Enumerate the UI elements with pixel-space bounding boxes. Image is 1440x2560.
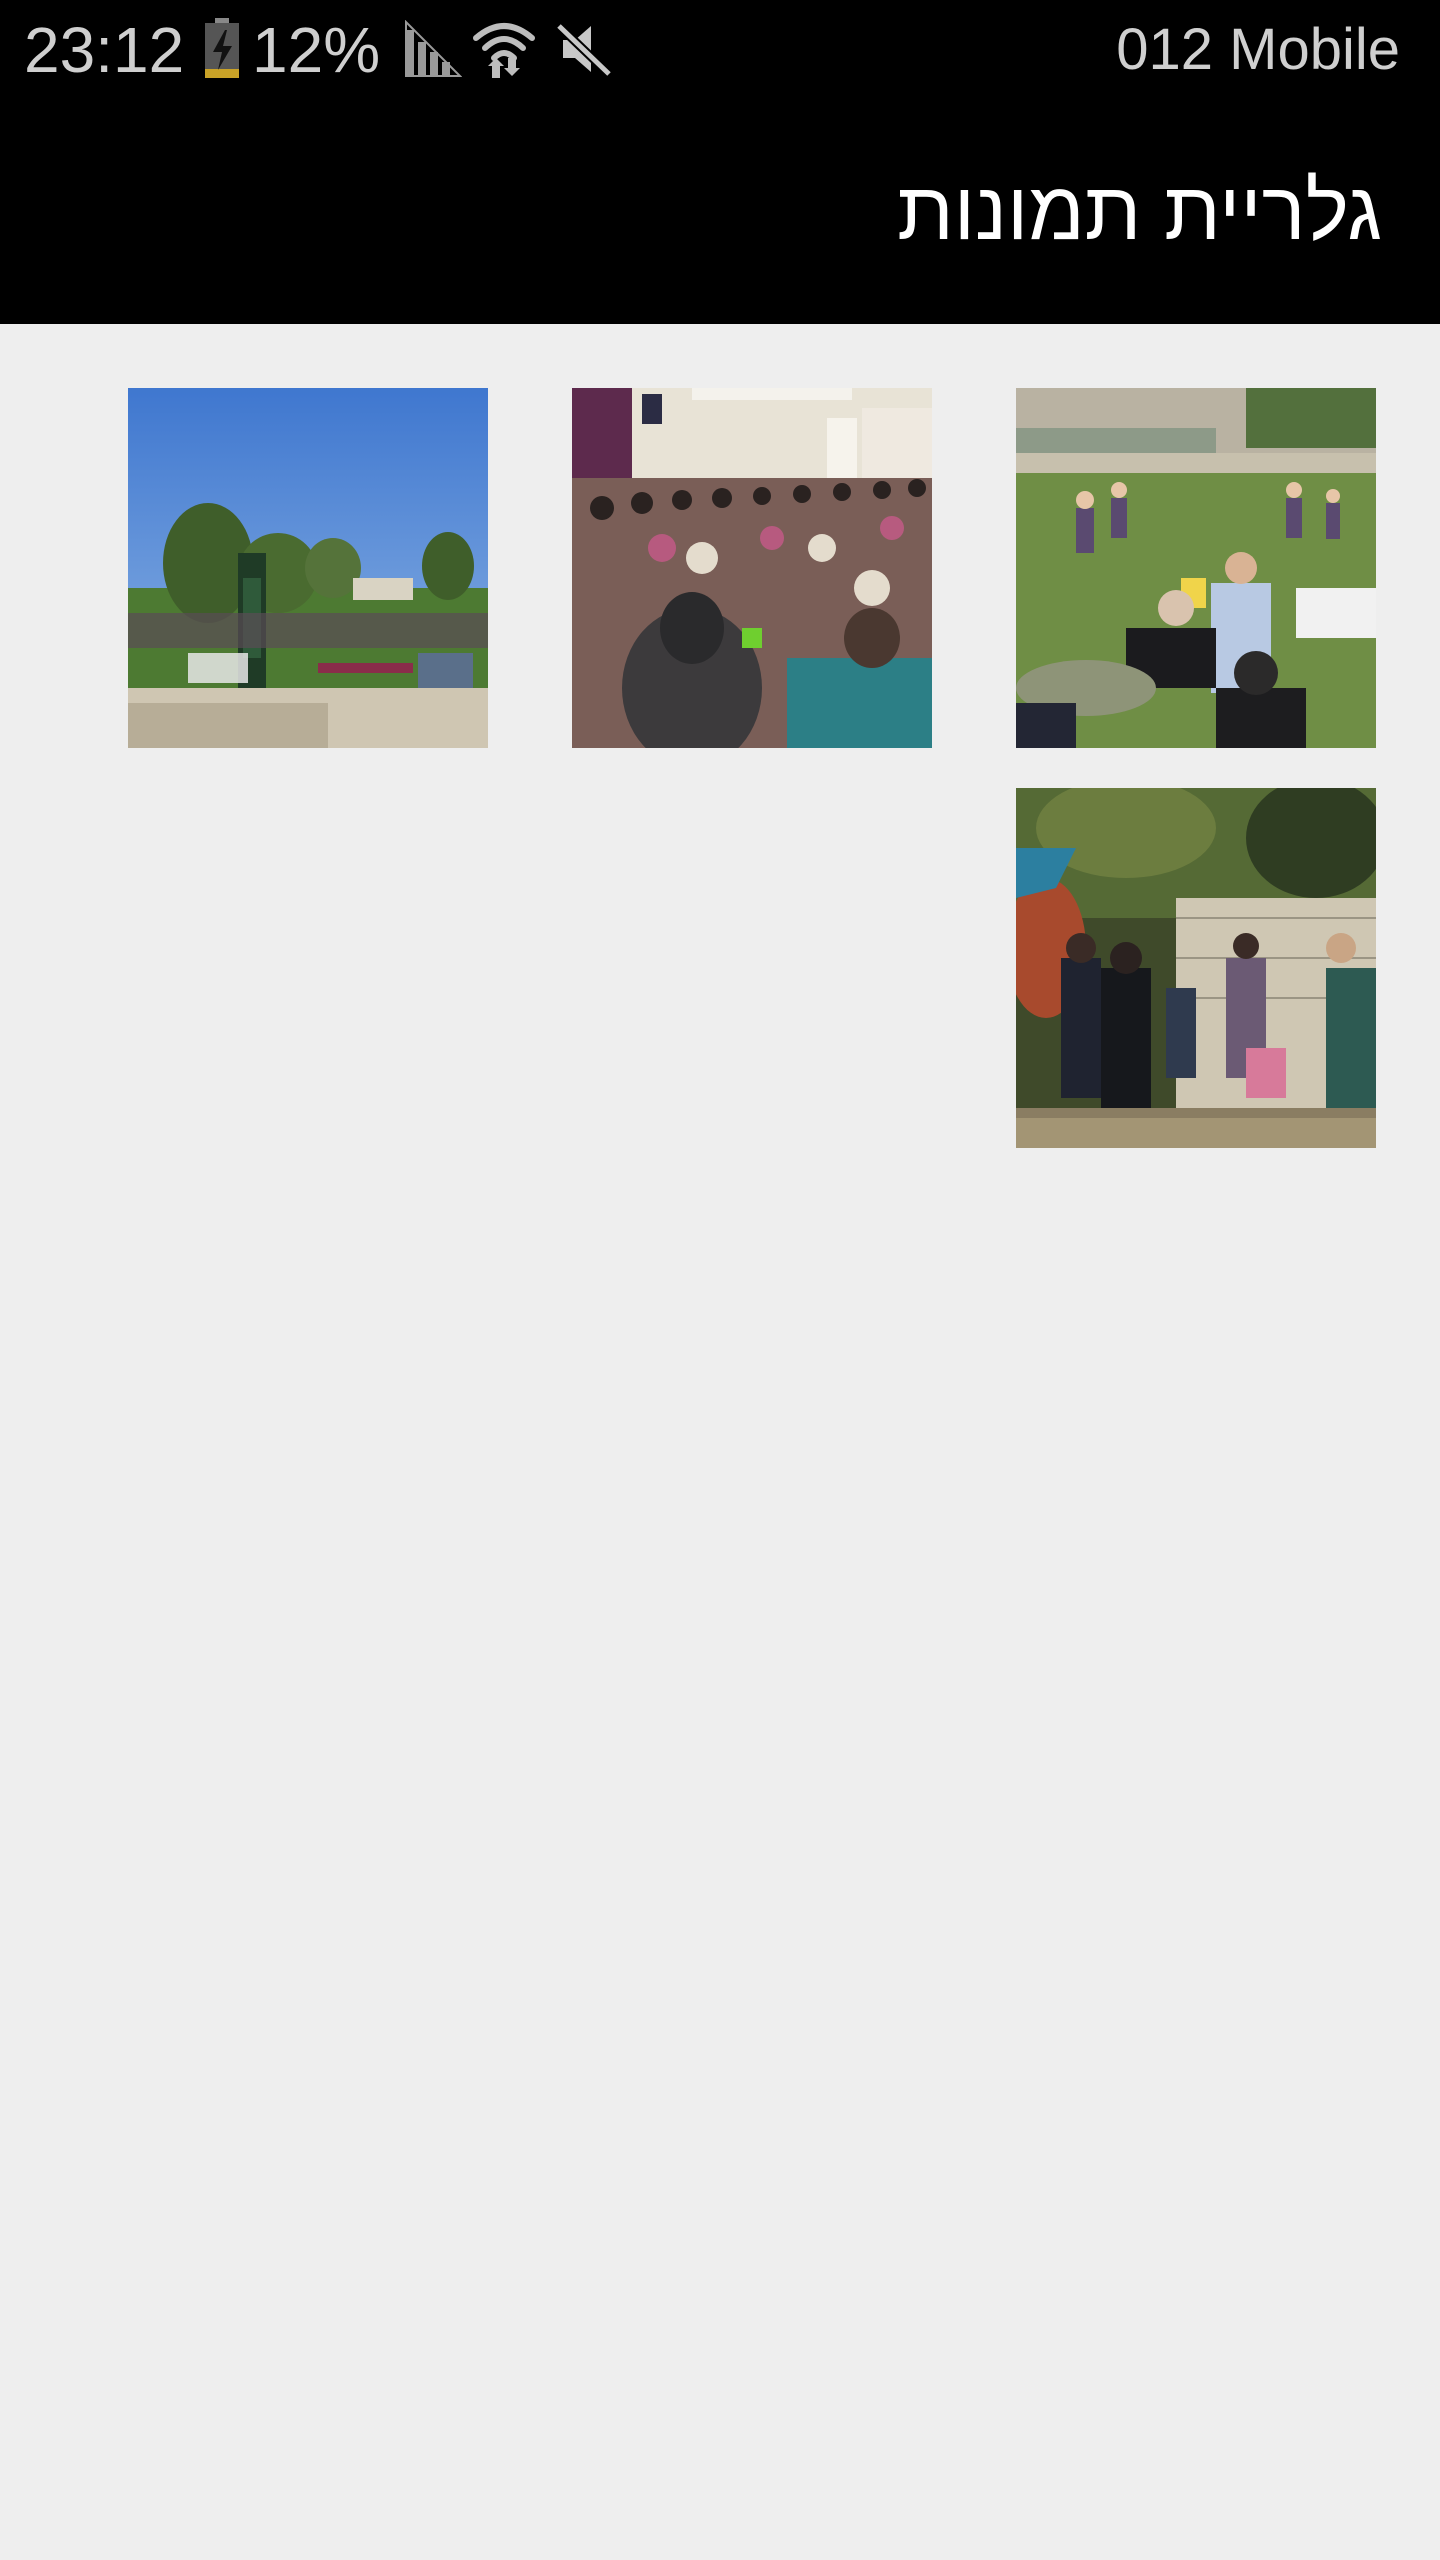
battery-percent: 12%	[252, 14, 381, 86]
carrier-name: 012 Mobile	[1116, 17, 1400, 82]
gallery-photo-2[interactable]	[572, 388, 932, 748]
lawn-gathering-photo	[1016, 388, 1376, 748]
gallery-photo-3[interactable]	[1016, 388, 1376, 748]
signal-icon	[405, 20, 462, 77]
app-bar: גלריית תמונות	[0, 102, 1440, 324]
status-bar: 23:12 12% 012 Mobile	[0, 0, 1440, 102]
wifi-icon	[473, 23, 535, 78]
page-title: גלריית תמונות	[897, 166, 1382, 257]
battery-charging-icon	[205, 18, 239, 78]
indoor-audience-photo	[572, 388, 932, 748]
photo-gallery-grid	[0, 324, 1440, 2560]
status-time: 23:12	[24, 14, 185, 86]
yard-families-photo	[1016, 788, 1376, 1148]
gallery-photo-1[interactable]	[128, 388, 488, 748]
outdoor-park-event-photo	[128, 388, 488, 748]
gallery-photo-4[interactable]	[1016, 788, 1376, 1148]
mute-icon	[555, 22, 613, 78]
